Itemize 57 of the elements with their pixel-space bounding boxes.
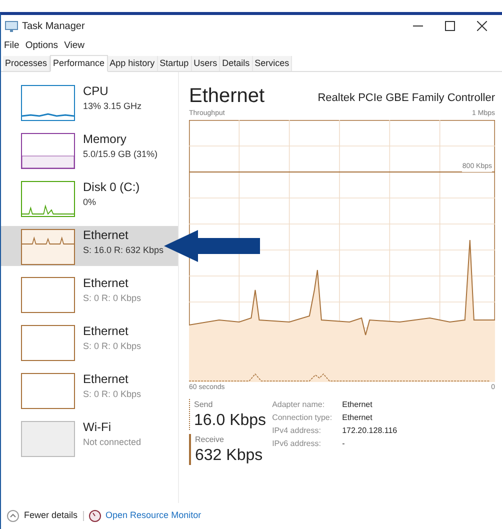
close-icon — [477, 21, 487, 31]
tab[interactable]: Users — [192, 56, 220, 71]
tab[interactable]: App history — [108, 56, 158, 71]
item-name: Ethernet — [83, 323, 130, 340]
fewer-details-button[interactable]: Fewer details — [24, 509, 78, 523]
minimize-icon — [413, 25, 423, 27]
sidebar-item[interactable]: Disk 0 (C:) 0% — [1, 178, 178, 218]
gauge-icon — [88, 510, 101, 522]
property-value: Ethernet — [342, 399, 374, 411]
menu-item[interactable]: File — [4, 38, 20, 54]
chevron-up-icon — [7, 510, 19, 522]
panel-title: Ethernet — [189, 84, 265, 108]
property-value: 172.20.128.116 — [342, 425, 398, 437]
item-detail: 5.0/15.9 GB (31%) — [83, 148, 158, 161]
item-detail: S: 0 R: 0 Kbps — [83, 292, 142, 305]
item-name: Ethernet — [83, 227, 130, 244]
property-label: IPv4 address: — [272, 425, 322, 437]
maximize-icon — [445, 21, 455, 31]
item-detail: S: 16.0 R: 632 Kbps — [83, 244, 164, 257]
sidebar-item[interactable]: Ethernet S: 0 R: 0 Kbps — [1, 274, 178, 314]
item-name: Ethernet — [83, 275, 130, 292]
sidebar-item[interactable]: Ethernet S: 0 R: 0 Kbps — [1, 370, 178, 410]
item-name: Ethernet — [83, 371, 130, 388]
item-name: Wi-Fi — [83, 419, 112, 436]
sidebar-item[interactable]: Ethernet S: 16.0 R: 632 Kbps — [1, 226, 178, 266]
window-title: Task Manager — [22, 20, 85, 34]
item-name: Memory — [83, 131, 128, 148]
property-value: - — [342, 438, 346, 450]
resource-monitor-link[interactable]: Open Resource Monitor — [106, 509, 202, 523]
monitor-icon — [5, 20, 18, 32]
sidebar-item[interactable]: CPU 13% 3.15 GHz — [1, 82, 178, 122]
tab[interactable]: Details — [220, 56, 253, 71]
adapter-name: Realtek PCIe GBE Family Controller — [318, 90, 495, 106]
menu-item[interactable]: Options — [25, 38, 58, 54]
item-detail: 0% — [83, 196, 98, 209]
tab[interactable]: Startup — [158, 56, 192, 71]
tab[interactable]: Processes — [3, 56, 50, 71]
stat-label: Receive — [195, 434, 225, 446]
stat-value: 632 Kbps — [195, 446, 264, 465]
menu-item[interactable]: View — [64, 38, 84, 54]
property-label: Adapter name: — [272, 399, 326, 411]
item-detail: 13% 3.15 GHz — [83, 100, 142, 113]
item-name: Disk 0 (C:) — [83, 179, 140, 196]
item-detail: S: 0 R: 0 Kbps — [83, 388, 142, 401]
property-value: Ethernet — [342, 412, 374, 424]
stat-label: Send — [194, 399, 214, 411]
item-name: CPU — [83, 83, 110, 100]
sidebar-item[interactable]: Memory 5.0/15.9 GB (31%) — [1, 130, 178, 170]
property-label: Connection type: — [272, 412, 332, 424]
sidebar-item[interactable]: Ethernet S: 0 R: 0 Kbps — [1, 322, 178, 362]
sidebar-item[interactable]: Wi-Fi Not connected — [1, 418, 178, 458]
property-label: IPv6 address: — [272, 438, 322, 450]
tab[interactable]: Services — [252, 56, 292, 71]
stat-value: 16.0 Kbps — [194, 411, 266, 430]
item-detail: Not connected — [83, 436, 142, 449]
item-detail: S: 0 R: 0 Kbps — [83, 340, 142, 353]
tab[interactable]: Performance — [50, 55, 108, 72]
